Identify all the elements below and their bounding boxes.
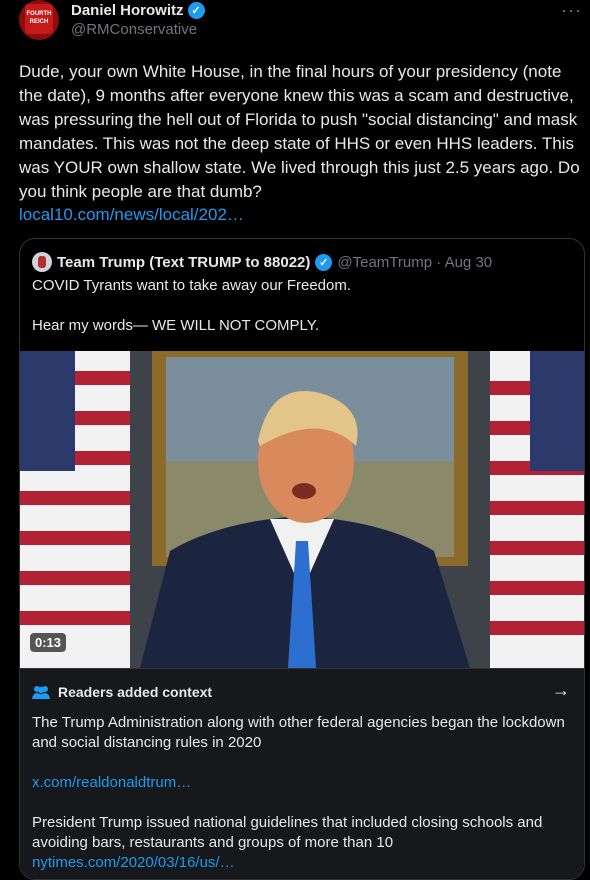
quoted-line-1: COVID Tyrants want to take away our Free… <box>32 277 352 294</box>
avatar-logo: FOURTH REICH <box>25 4 53 34</box>
author-avatar[interactable]: FOURTH REICH <box>19 0 59 40</box>
arrow-right-icon[interactable]: → <box>552 680 570 701</box>
flag-right <box>490 351 584 668</box>
note-paragraph-1: The Trump Administration along with othe… <box>32 714 565 751</box>
quoted-line-2: Hear my words— WE WILL NOT COMPLY. <box>32 317 319 334</box>
community-note[interactable]: Readers added context → The Trump Admini… <box>20 668 584 879</box>
video-frame <box>20 351 584 668</box>
quoted-text: COVID Tyrants want to take away our Free… <box>32 276 572 336</box>
video-duration: 0:13 <box>30 633 67 652</box>
video-player[interactable]: 0:13 <box>20 351 584 668</box>
author-name[interactable]: Daniel Horowitz <box>71 2 184 19</box>
flag-left <box>20 351 130 668</box>
readers-icon <box>32 686 50 699</box>
quoted-author-name[interactable]: Team Trump (Text TRUMP to 88022) <box>57 254 310 271</box>
quoted-avatar[interactable] <box>32 252 52 272</box>
quoted-header: Team Trump (Text TRUMP to 88022) ✓ @Team… <box>32 252 492 272</box>
author-name-row[interactable]: Daniel Horowitz ✓ <box>71 2 205 19</box>
quoted-handle-date[interactable]: @TeamTrump · Aug 30 <box>337 254 492 271</box>
notes-title: Readers added context <box>58 684 213 700</box>
note-link-1[interactable]: x.com/realdonaldtrum… <box>32 773 572 793</box>
quoted-tweet[interactable]: Team Trump (Text TRUMP to 88022) ✓ @Team… <box>19 238 585 880</box>
verified-badge-icon: ✓ <box>187 2 205 19</box>
note-paragraph-2: President Trump issued national guidelin… <box>32 814 543 851</box>
notes-header[interactable]: Readers added context <box>32 684 212 700</box>
verified-badge-icon: ✓ <box>315 253 333 271</box>
tweet-text: Dude, your own White House, in the final… <box>19 62 580 201</box>
author-handle[interactable]: @RMConservative <box>71 21 197 38</box>
notes-body: The Trump Administration along with othe… <box>32 713 572 873</box>
more-icon[interactable]: ··· <box>561 0 582 21</box>
note-link-2[interactable]: nytimes.com/2020/03/16/us/… <box>32 853 572 873</box>
tweet-link[interactable]: local10.com/news/local/202… <box>19 203 244 227</box>
